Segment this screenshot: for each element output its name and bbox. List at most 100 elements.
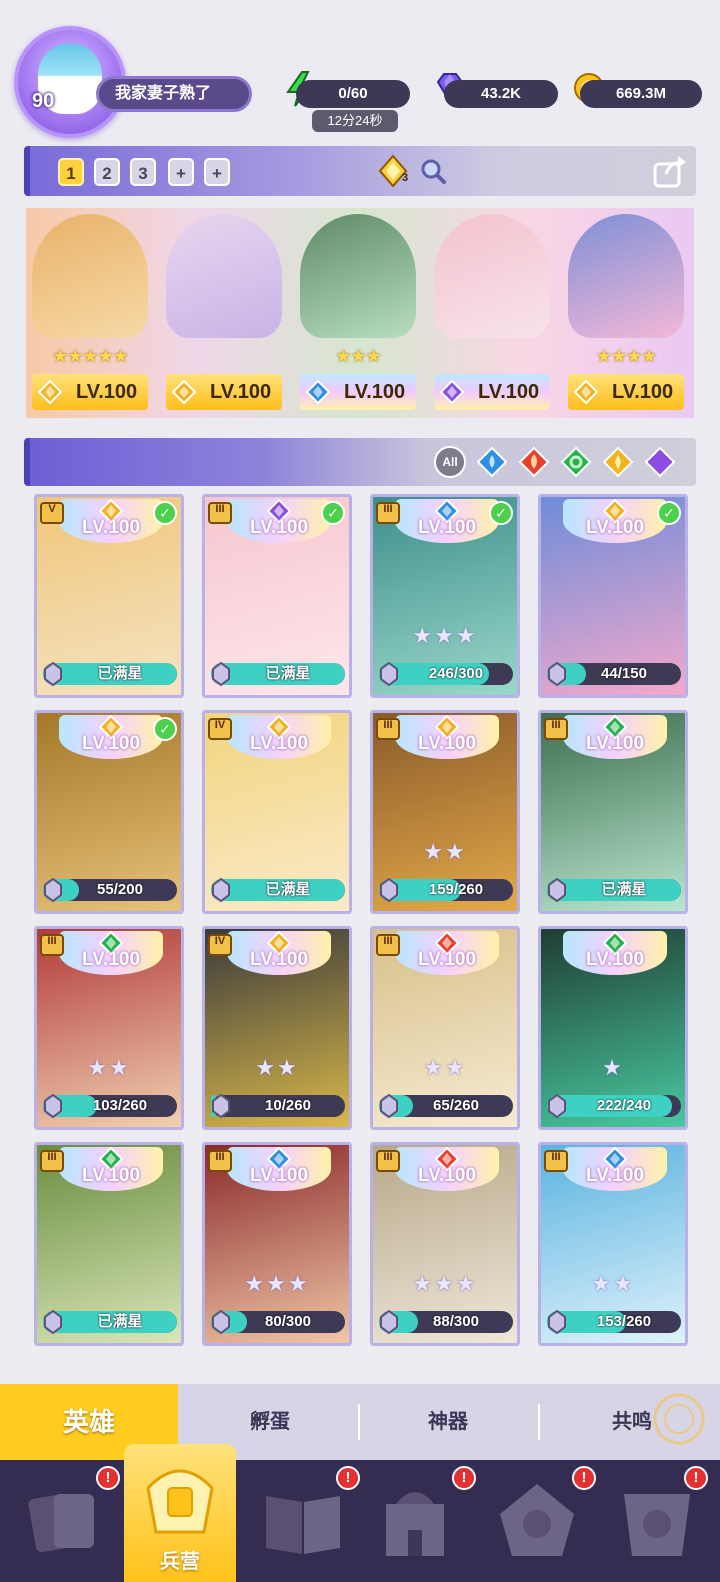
hero-card[interactable]: LV.100 III ★★ 103/260 bbox=[34, 926, 184, 1130]
nav-castle[interactable]: ! bbox=[370, 1466, 476, 1564]
hero-card[interactable]: LV.100 III 已满星 bbox=[34, 1142, 184, 1346]
hero-card[interactable]: LV.100 IV ★★ 10/260 bbox=[202, 926, 352, 1130]
lineup-hero-slot[interactable]: LV.100 bbox=[430, 208, 554, 418]
book-icon bbox=[266, 1496, 340, 1554]
element-icon bbox=[171, 379, 197, 405]
filter-wind-icon[interactable] bbox=[560, 446, 592, 478]
barracks-icon bbox=[146, 1469, 214, 1534]
hero-card[interactable]: LV.100 ★ 222/240 bbox=[538, 926, 688, 1130]
hero-shard-icon bbox=[380, 1309, 398, 1335]
hero-portrait bbox=[166, 214, 282, 338]
hero-shard-icon bbox=[380, 877, 398, 903]
shard-progress-text: 159/260 bbox=[428, 881, 484, 898]
hero-card[interactable]: LV.100 V ✓ 已满星 bbox=[34, 494, 184, 698]
nav-book[interactable]: ! bbox=[258, 1466, 360, 1564]
shard-progress-text: 10/260 bbox=[265, 1097, 311, 1114]
tab-divider bbox=[538, 1404, 540, 1440]
hero-star-rating: ★★★ bbox=[244, 1271, 310, 1296]
hero-shard-icon bbox=[44, 1093, 62, 1119]
shard-progress-text: 103/260 bbox=[92, 1097, 148, 1114]
hero-star-rating: ★★ bbox=[423, 839, 467, 864]
hero-level: LV.100 bbox=[81, 517, 141, 538]
hero-card[interactable]: LV.100 ✓ 55/200 bbox=[34, 710, 184, 914]
hero-level: LV.100 bbox=[585, 517, 645, 538]
lineup-hero-slot[interactable]: ★★★★ LV.100 bbox=[564, 208, 688, 418]
hero-shard-icon bbox=[548, 1093, 566, 1119]
formation-slot-2[interactable]: 2 bbox=[94, 158, 120, 186]
hero-portrait bbox=[568, 214, 684, 338]
lineup-hero-slot[interactable]: ★★★ LV.100 bbox=[296, 208, 420, 418]
element-filter-bar: All bbox=[24, 438, 696, 486]
nav-shop[interactable]: ! bbox=[492, 1466, 596, 1564]
hero-level: LV.100 bbox=[585, 1165, 645, 1186]
hero-card[interactable]: LV.100 III ★★★ 88/300 bbox=[370, 1142, 520, 1346]
hero-shard-icon bbox=[212, 661, 230, 687]
lineup-hero-slot[interactable]: ★★★★★ LV.100 bbox=[28, 208, 152, 418]
shard-progress-text: 44/150 bbox=[601, 665, 647, 682]
rank-label: III bbox=[383, 719, 393, 731]
hero-card[interactable]: LV.100 IV 已满星 bbox=[202, 710, 352, 914]
castle-icon bbox=[386, 1492, 444, 1556]
compass-icon[interactable] bbox=[650, 1390, 708, 1448]
rank-label: V bbox=[48, 503, 56, 515]
tab-artifacts[interactable]: 神器 bbox=[362, 1384, 534, 1460]
player-name[interactable]: 我家妻子熟了 bbox=[96, 76, 252, 112]
nav-alert-badge: ! bbox=[572, 1466, 596, 1490]
check-icon: ✓ bbox=[153, 501, 177, 525]
rank-label: III bbox=[383, 935, 393, 947]
hero-card[interactable]: LV.100 ✓ 44/150 bbox=[538, 494, 688, 698]
hero-card[interactable]: LV.100 III ✓ 已满星 bbox=[202, 494, 352, 698]
hero-shard-icon bbox=[44, 877, 62, 903]
filter-light-icon[interactable] bbox=[602, 446, 634, 478]
hero-star-rating: ★★★ bbox=[335, 346, 381, 366]
sub-tab-bar: 英雄 孵蛋 神器 共鸣 bbox=[0, 1384, 720, 1460]
light-element-icon bbox=[573, 379, 599, 405]
hero-star-rating bbox=[436, 346, 548, 368]
hero-card[interactable]: LV.100 III ✓ ★★★ 246/300 bbox=[370, 494, 520, 698]
gold-counter: 669.3M bbox=[580, 80, 702, 108]
hero-card[interactable]: LV.100 III ★★ 153/260 bbox=[538, 1142, 688, 1346]
hero-card[interactable]: LV.100 III 已满星 bbox=[538, 710, 688, 914]
filter-fire-icon[interactable] bbox=[518, 446, 550, 478]
formation-add-slot[interactable]: + bbox=[204, 158, 230, 186]
hero-shard-icon bbox=[548, 1309, 566, 1335]
hero-level: LV.100 bbox=[417, 517, 477, 538]
search-icon[interactable] bbox=[420, 158, 446, 184]
filter-all-button[interactable]: All bbox=[434, 446, 466, 478]
rank-label: III bbox=[47, 935, 57, 947]
energy-timer: 12分24秒 bbox=[312, 110, 398, 132]
filter-water-icon[interactable] bbox=[476, 446, 508, 478]
nav-alert-badge: ! bbox=[452, 1466, 476, 1490]
nav-guild[interactable]: ! bbox=[612, 1466, 708, 1564]
nav-alert-badge: ! bbox=[336, 1466, 360, 1490]
hero-card[interactable]: LV.100 III ★★ 65/260 bbox=[370, 926, 520, 1130]
nav-barracks[interactable]: 兵营 bbox=[124, 1444, 236, 1582]
hero-card[interactable]: LV.100 III ★★ 159/260 bbox=[370, 710, 520, 914]
shard-progress-text: 已满星 bbox=[265, 665, 311, 682]
hero-star-rating: ★★★★ bbox=[595, 346, 658, 366]
check-icon: ✓ bbox=[489, 501, 513, 525]
formation-add-slot[interactable]: + bbox=[168, 158, 194, 186]
rank-label: III bbox=[383, 1151, 393, 1163]
hero-star-rating: ★★★★★ bbox=[52, 346, 129, 366]
gem-counter: 43.2K bbox=[444, 80, 558, 108]
hero-shard-icon bbox=[380, 1093, 398, 1119]
element-icon bbox=[439, 379, 465, 405]
lineup-hero-slot[interactable]: LV.100 bbox=[162, 208, 286, 418]
rank-label: III bbox=[215, 1151, 225, 1163]
formation-slot-3[interactable]: 3 bbox=[130, 158, 156, 186]
hero-star-rating bbox=[168, 346, 280, 368]
filter-dark-icon[interactable] bbox=[644, 446, 676, 478]
hero-level: LV.100 bbox=[585, 949, 645, 970]
formation-slot-1[interactable]: 1 bbox=[58, 158, 84, 186]
shard-progress-text: 已满星 bbox=[265, 881, 311, 898]
rank-label: IV bbox=[214, 719, 226, 731]
share-icon[interactable] bbox=[652, 154, 688, 188]
bottom-nav: ! ! ! ! ! bbox=[0, 1460, 720, 1582]
hero-portrait bbox=[300, 214, 416, 338]
check-icon: ✓ bbox=[657, 501, 681, 525]
hero-card[interactable]: LV.100 III ★★★ 80/300 bbox=[202, 1142, 352, 1346]
rank-label: III bbox=[551, 719, 561, 731]
hero-level: LV.100 bbox=[417, 1165, 477, 1186]
nav-cards[interactable]: ! bbox=[18, 1466, 120, 1564]
